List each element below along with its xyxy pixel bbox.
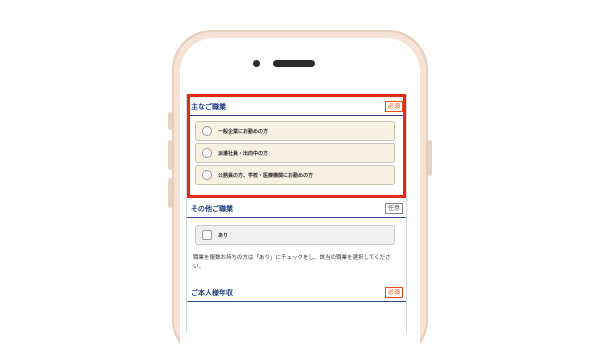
option-label: 一般企業にお勤めの方 xyxy=(218,128,269,135)
job-option-dispatch[interactable]: 派遣社員・出向中の方 xyxy=(195,143,395,163)
silent-switch xyxy=(168,112,172,130)
checkbox-label: あり xyxy=(218,232,229,239)
speaker-icon xyxy=(273,60,315,67)
other-job-note: 職業を複数お持ちの方は「あり」にチェックをし、該当の職業を選択してください。 xyxy=(193,255,391,270)
camera-icon xyxy=(253,60,260,67)
power-button xyxy=(428,140,432,176)
phone-screen: 主なご職業 必須 一般企業にお勤めの方 派遣社員・出向中の方 公務員の方、学校・… xyxy=(186,94,407,332)
income-header: ご本人様年収 必須 xyxy=(187,284,406,302)
option-label: 派遣社員・出向中の方 xyxy=(218,150,269,157)
other-job-title: その他ご職業 xyxy=(191,204,233,213)
optional-badge: 任意 xyxy=(384,203,403,214)
other-job-header: その他ご職業 任意 xyxy=(187,200,406,218)
option-label: 公務員の方、学校・医療機関にお勤めの方 xyxy=(218,172,314,179)
volume-down-button xyxy=(168,178,172,208)
radio-icon[interactable] xyxy=(202,170,212,180)
radio-icon[interactable] xyxy=(202,126,212,136)
income-title: ご本人様年収 xyxy=(191,288,233,297)
radio-icon[interactable] xyxy=(202,148,212,158)
required-badge: 必須 xyxy=(384,287,403,298)
volume-up-button xyxy=(168,140,172,170)
job-option-public[interactable]: 公務員の方、学校・医療機関にお勤めの方 xyxy=(195,165,395,185)
job-option-company[interactable]: 一般企業にお勤めの方 xyxy=(195,121,395,141)
checkbox-icon[interactable] xyxy=(202,230,212,240)
other-job-checkbox-row[interactable]: あり xyxy=(195,225,395,245)
